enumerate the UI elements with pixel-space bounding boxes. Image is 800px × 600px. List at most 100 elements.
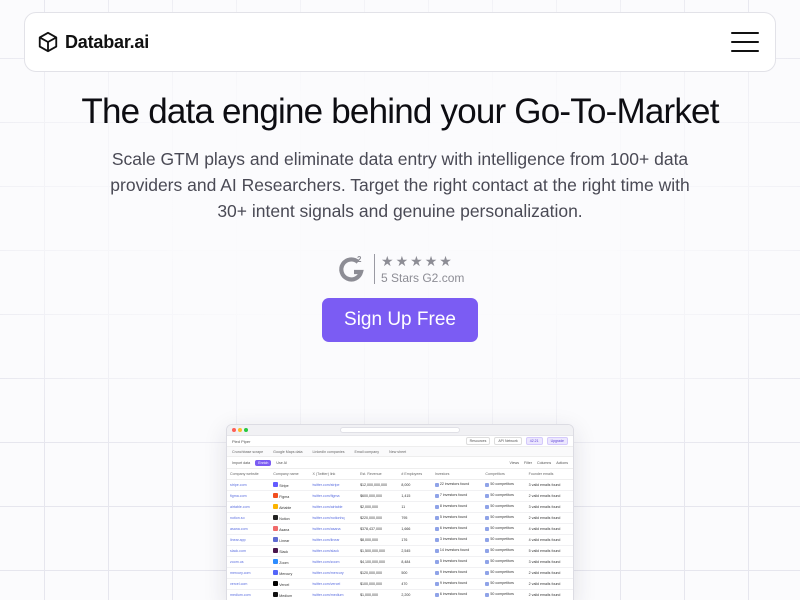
g2-rating[interactable]: 2 ★ ★ ★ ★ ★ 5 Stars G2.com	[336, 252, 464, 286]
column-header[interactable]: X (Twitter) link	[309, 469, 358, 480]
table-cell-name: Zoom	[270, 556, 310, 568]
cell-value: figma.com	[230, 493, 247, 498]
tab-crunchbase[interactable]: Crunchbase scrape	[232, 450, 263, 454]
table-cell-inv: 5 investors found	[431, 556, 483, 568]
column-header[interactable]: Competitors	[482, 469, 526, 480]
list-icon	[485, 493, 490, 498]
table-cell-inv: 7 investors found	[431, 490, 483, 502]
cell-value: twitter.com/airtable	[312, 504, 343, 509]
tab-linkedin[interactable]: LinkedIn companies	[313, 450, 345, 454]
enrich-button[interactable]: Enrich	[255, 459, 272, 466]
cell-value: 50 competitors	[490, 526, 514, 531]
company-logo-icon	[273, 558, 279, 564]
hamburger-icon[interactable]	[729, 27, 761, 57]
cell-value: 6 investors found	[439, 526, 468, 531]
table-row[interactable]: asana.com Asana twitter.com/asana $378,437…	[227, 523, 573, 535]
sign-up-button[interactable]: Sign Up Free	[322, 298, 478, 342]
cell-value: Figma	[279, 494, 290, 499]
table-cell-emails: 3 valid emails found	[525, 479, 573, 491]
g2-logo-icon: 2	[336, 253, 368, 285]
column-header[interactable]: Founder emails	[525, 469, 573, 480]
table-cell-comp: 50 competitors	[482, 545, 526, 557]
column-header[interactable]: Company name	[270, 469, 310, 480]
cell-value: 50 competitors	[490, 581, 514, 586]
cell-value: 3 valid emails found	[528, 559, 561, 564]
columns-button[interactable]: Columns	[537, 461, 551, 465]
table-cell-inv: 6 investors found	[431, 523, 483, 535]
table-cell-x: twitter.com/medium	[309, 589, 358, 600]
table-cell-x: twitter.com/notionhq	[309, 512, 358, 524]
resources-chip[interactable]: Resources	[465, 437, 491, 445]
table-row[interactable]: zoom.us Zoom twitter.com/zoom $4,100,000,0…	[227, 556, 573, 568]
table-cell-x: twitter.com/slack	[309, 545, 358, 557]
column-header[interactable]: Company website	[227, 469, 271, 480]
cell-value: $4,100,000,000	[360, 559, 386, 564]
use-ai-button[interactable]: Use AI	[276, 461, 287, 465]
column-header[interactable]: Est. Revenue	[357, 469, 399, 480]
cell-value: Stripe	[279, 483, 289, 488]
cell-value: Asana	[279, 527, 290, 532]
table-cell-inv: 5 investors found	[431, 512, 483, 524]
cell-value: 5 valid emails found	[528, 548, 561, 553]
cell-value: twitter.com/zoom	[312, 559, 340, 564]
tab-google-maps[interactable]: Google Maps data	[273, 450, 302, 454]
cell-value: 2 valid emails found	[528, 493, 561, 498]
cell-value: 4 valid emails found	[528, 537, 561, 542]
list-icon	[485, 537, 490, 542]
column-header[interactable]: Investors	[431, 469, 483, 480]
star-icon: ★	[410, 252, 423, 269]
cell-value: $100,000,000	[360, 581, 383, 586]
filter-button[interactable]: Filter	[524, 461, 532, 465]
cell-value: twitter.com/mercury	[312, 570, 344, 575]
table-row[interactable]: slack.com Slack twitter.com/slack $1,500,0…	[227, 545, 573, 557]
cell-value: Mercury	[279, 571, 293, 576]
cell-value: Airtable	[279, 505, 292, 510]
list-icon	[434, 592, 439, 597]
table-cell-comp: 50 competitors	[482, 556, 526, 568]
cell-value: $1,000,000	[360, 592, 379, 597]
tab-new-sheet[interactable]: New sheet	[389, 450, 406, 454]
company-logo-icon	[273, 591, 279, 597]
cell-value: $378,437,000	[360, 526, 383, 531]
table-row[interactable]: airtable.com Airtable twitter.com/airtabl…	[227, 501, 573, 513]
company-logo-icon	[273, 481, 279, 487]
upgrade-chip[interactable]: Upgrade	[546, 437, 568, 445]
actions-button[interactable]: Actions	[556, 461, 568, 465]
table-row[interactable]: notion.so Notion twitter.com/notionhq $220…	[227, 512, 573, 524]
table-row[interactable]: linear.app Linear twitter.com/linear $8,00…	[227, 534, 573, 546]
views-button[interactable]: Views	[509, 461, 519, 465]
cell-value: 3 investors found	[439, 537, 468, 542]
table-row[interactable]: stripe.com Stripe twitter.com/stripe $12,0…	[227, 479, 573, 491]
rating-divider	[374, 254, 375, 284]
url-bar	[340, 427, 460, 433]
table-row[interactable]: figma.com Figma twitter.com/figma $600,000…	[227, 490, 573, 502]
table-row[interactable]: mercury.com Mercury twitter.com/mercury $1…	[227, 567, 573, 579]
table-cell-emp: 11	[398, 501, 432, 513]
import-data-button[interactable]: Import data	[232, 461, 250, 465]
star-icon: ★	[424, 252, 438, 269]
table-cell-site: medium.com	[227, 589, 271, 600]
cell-value: 1,415	[401, 493, 411, 498]
tab-email-company[interactable]: Email company	[355, 450, 380, 454]
table-cell-emails: 2 valid emails found	[525, 512, 573, 524]
table-cell-rev: $378,437,000	[357, 523, 399, 535]
app-preview: Pied Piper Resources API Network 42.21 U…	[226, 424, 574, 600]
table-cell-site: vercel.com	[227, 578, 271, 590]
company-logo-icon	[273, 536, 279, 542]
brand-link[interactable]: Databar.ai	[37, 31, 149, 53]
cell-value: $2,000,000	[360, 504, 379, 509]
table-row[interactable]: medium.com Medium twitter.com/medium $1,00…	[227, 589, 573, 600]
table-cell-emp: 1,415	[398, 490, 432, 502]
company-logo-icon	[273, 569, 279, 575]
cell-value: 50 competitors	[490, 515, 514, 520]
cell-value: 2 valid emails found	[528, 581, 561, 586]
data-table: Company website Company name X (Twitter) l…	[227, 469, 573, 600]
table-cell-comp: 50 competitors	[482, 490, 526, 502]
table-row[interactable]: vercel.com Vercel twitter.com/vercel $100,…	[227, 578, 573, 590]
column-header[interactable]: # Employees	[398, 469, 432, 480]
api-network-chip[interactable]: API Network	[494, 437, 522, 445]
table-cell-name: Medium	[270, 589, 310, 600]
table-cell-x: twitter.com/asana	[309, 523, 358, 535]
list-icon	[485, 592, 490, 597]
table-cell-emp: 470	[398, 578, 432, 590]
